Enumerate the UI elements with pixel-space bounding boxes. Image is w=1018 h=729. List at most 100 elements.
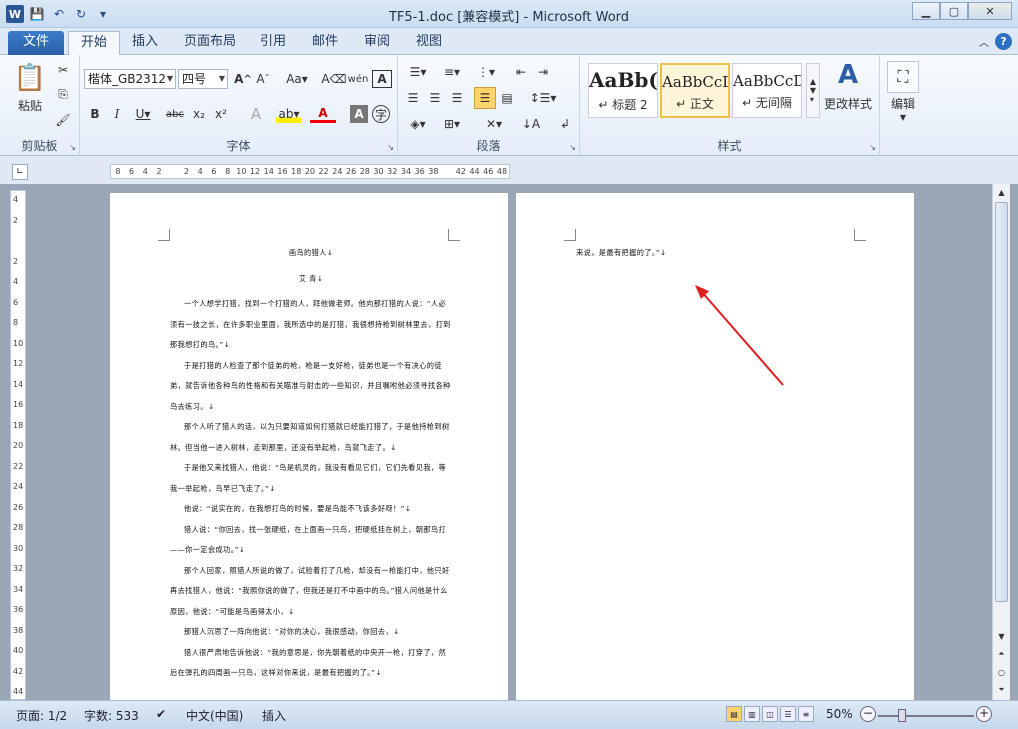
- change-case-icon[interactable]: Aa▾: [286, 70, 308, 88]
- bullets-icon[interactable]: ☰▾: [404, 63, 432, 81]
- style-normal[interactable]: AaBbCcDc ↵ 正文: [660, 63, 730, 118]
- distributed-icon[interactable]: ▤: [498, 89, 516, 107]
- show-marks-icon[interactable]: ↲: [556, 115, 574, 133]
- page-indicator[interactable]: 页面: 1/2: [16, 707, 67, 724]
- doc-paragraph: 猎人说：“你回去，找一张硬纸，在上面画一只鸟，把硬纸挂在树上，朝那鸟打——你一定…: [170, 524, 447, 555]
- scroll-down-icon[interactable]: ▼: [993, 628, 1010, 644]
- zoom-out-icon[interactable]: −: [860, 706, 876, 722]
- minimize-button[interactable]: ▁: [912, 2, 940, 20]
- char-shading-icon[interactable]: A: [350, 105, 368, 123]
- tab-references[interactable]: 引用: [248, 31, 298, 55]
- font-family-value: 楷体_GB2312: [88, 72, 167, 86]
- clear-format-icon[interactable]: A⌫: [321, 70, 346, 88]
- tab-view[interactable]: 视图: [404, 31, 454, 55]
- italic-icon[interactable]: I: [108, 105, 126, 123]
- paste-icon[interactable]: 📋: [14, 61, 46, 95]
- word-count[interactable]: 字数: 533: [84, 707, 139, 724]
- numbering-icon[interactable]: ≡▾: [438, 63, 466, 81]
- maximize-button[interactable]: ▢: [940, 2, 968, 20]
- scroll-up-icon[interactable]: ▲: [993, 184, 1010, 200]
- chevron-down-icon[interactable]: ▼: [894, 113, 912, 122]
- print-layout-icon[interactable]: ▤: [726, 706, 742, 722]
- clipboard-group-label: 剪贴板: [21, 139, 58, 153]
- font-size-combo[interactable]: 四号 ▼: [178, 69, 228, 89]
- bold-icon[interactable]: B: [86, 105, 104, 123]
- vertical-ruler[interactable]: 4 2 2 4 6 8 10 12 14 16 18 20 22 24 26 28 30 32 34 36 38 40 42…: [10, 190, 26, 700]
- binoculars-icon[interactable]: ⛶: [887, 61, 919, 93]
- text-effects-icon[interactable]: A: [246, 105, 266, 123]
- dialog-launcher-icon[interactable]: ↘: [869, 143, 876, 152]
- styles-scroll-icon[interactable]: ▲ ▼ ▾: [806, 63, 820, 118]
- align-right-icon[interactable]: ☰: [448, 89, 466, 107]
- decrease-indent-icon[interactable]: ⇤: [512, 63, 530, 81]
- enclose-char-icon[interactable]: 字: [372, 105, 390, 123]
- font-color-icon[interactable]: A: [310, 105, 336, 123]
- superscript-icon[interactable]: x²: [212, 105, 230, 123]
- zoom-in-icon[interactable]: +: [976, 706, 992, 722]
- shrink-font-icon[interactable]: Aˇ: [254, 70, 272, 88]
- outline-icon[interactable]: ☰: [780, 706, 796, 722]
- browse-object-icon[interactable]: ○: [993, 664, 1010, 680]
- change-styles-icon[interactable]: A: [830, 59, 866, 91]
- prev-page-icon[interactable]: ⏶: [993, 646, 1010, 662]
- borders-icon[interactable]: ⊞▾: [438, 115, 466, 133]
- change-styles-label[interactable]: 更改样式: [822, 95, 874, 112]
- style-heading2[interactable]: AaBb(↵ 标题 2: [588, 63, 658, 118]
- ruler-tick: 2: [13, 215, 19, 225]
- ribbon-minimize-icon[interactable]: ︿: [979, 34, 989, 49]
- help-icon[interactable]: ?: [995, 33, 1012, 50]
- cut-icon[interactable]: ✂: [54, 61, 72, 79]
- align-center-icon[interactable]: ☰: [426, 89, 444, 107]
- zoom-level[interactable]: 50%: [826, 707, 853, 721]
- sort-icon[interactable]: ↓A: [522, 115, 540, 133]
- proofing-icon[interactable]: ✔: [156, 707, 166, 721]
- next-page-icon[interactable]: ⏷: [993, 682, 1010, 698]
- font-family-combo[interactable]: 楷体_GB2312 ▼: [84, 69, 176, 89]
- char-border-icon[interactable]: A: [372, 70, 392, 88]
- tab-review[interactable]: 审阅: [352, 31, 402, 55]
- vertical-scrollbar[interactable]: ▲ ▼ ⏶ ○ ⏷: [992, 184, 1010, 700]
- tab-insert[interactable]: 插入: [120, 31, 170, 55]
- editing-label[interactable]: 编辑: [884, 95, 922, 112]
- align-left-icon[interactable]: ☰: [404, 89, 422, 107]
- web-layout-icon[interactable]: ◫: [762, 706, 778, 722]
- dialog-launcher-icon[interactable]: ↘: [69, 143, 76, 152]
- page-2[interactable]: 来说，是最有把握的了。”↓: [516, 193, 914, 700]
- line-spacing-icon[interactable]: ↕☰▾: [530, 89, 557, 107]
- chinese-layout-icon[interactable]: ✕▾: [480, 115, 508, 133]
- zoom-slider[interactable]: [878, 715, 974, 717]
- shading-icon[interactable]: ◈▾: [404, 115, 432, 133]
- dialog-launcher-icon[interactable]: ↘: [387, 143, 394, 152]
- underline-icon[interactable]: U▾: [132, 105, 154, 123]
- copy-icon[interactable]: ⎘: [54, 85, 72, 103]
- scroll-thumb[interactable]: [995, 202, 1008, 602]
- tab-file[interactable]: 文件: [8, 31, 64, 55]
- zoom-slider-knob[interactable]: [898, 709, 906, 722]
- language[interactable]: 中文(中国): [186, 707, 243, 724]
- tab-page-layout[interactable]: 页面布局: [172, 31, 248, 55]
- highlight-icon[interactable]: ab▾: [276, 105, 302, 123]
- horizontal-ruler[interactable]: 8 6 4 2 2 4 6 8 10 12 14 16 18 20 22 24 26 28 30 32 34 36 38 42…: [110, 164, 510, 179]
- justify-icon[interactable]: ☰: [474, 87, 496, 109]
- tab-home[interactable]: 开始: [68, 31, 121, 55]
- tab-selector-icon[interactable]: ∟: [12, 164, 28, 180]
- strikethrough-icon[interactable]: abc: [164, 105, 186, 123]
- style-preview: AaBbCcDc: [662, 73, 728, 91]
- draft-icon[interactable]: ≡: [798, 706, 814, 722]
- format-painter-icon[interactable]: 🖌: [54, 111, 72, 129]
- style-no-spacing[interactable]: AaBbCcDc ↵ 无间隔: [732, 63, 802, 118]
- full-screen-reading-icon[interactable]: ▥: [744, 706, 760, 722]
- dialog-launcher-icon[interactable]: ↘: [569, 143, 576, 152]
- multilevel-list-icon[interactable]: ⋮▾: [472, 63, 500, 81]
- document-area[interactable]: 画鸟的猎人↓ 艾 青↓ 一个人想学打猎，找到一个打猎的人，拜他做老师。他向那打猎…: [28, 184, 992, 700]
- insert-mode[interactable]: 插入: [262, 707, 286, 724]
- grow-font-icon[interactable]: A ^: [234, 70, 252, 88]
- increase-indent-icon[interactable]: ⇥: [534, 63, 552, 81]
- paste-label[interactable]: 粘贴: [12, 97, 48, 114]
- tab-mailings[interactable]: 邮件: [300, 31, 350, 55]
- page-1[interactable]: 画鸟的猎人↓ 艾 青↓ 一个人想学打猎，找到一个打猎的人，拜他做老师。他向那打猎…: [110, 193, 508, 700]
- subscript-icon[interactable]: x₂: [190, 105, 208, 123]
- ruler-tick: 18: [13, 420, 24, 430]
- phonetic-guide-icon[interactable]: wén: [348, 70, 369, 88]
- close-button[interactable]: ✕: [968, 2, 1012, 20]
